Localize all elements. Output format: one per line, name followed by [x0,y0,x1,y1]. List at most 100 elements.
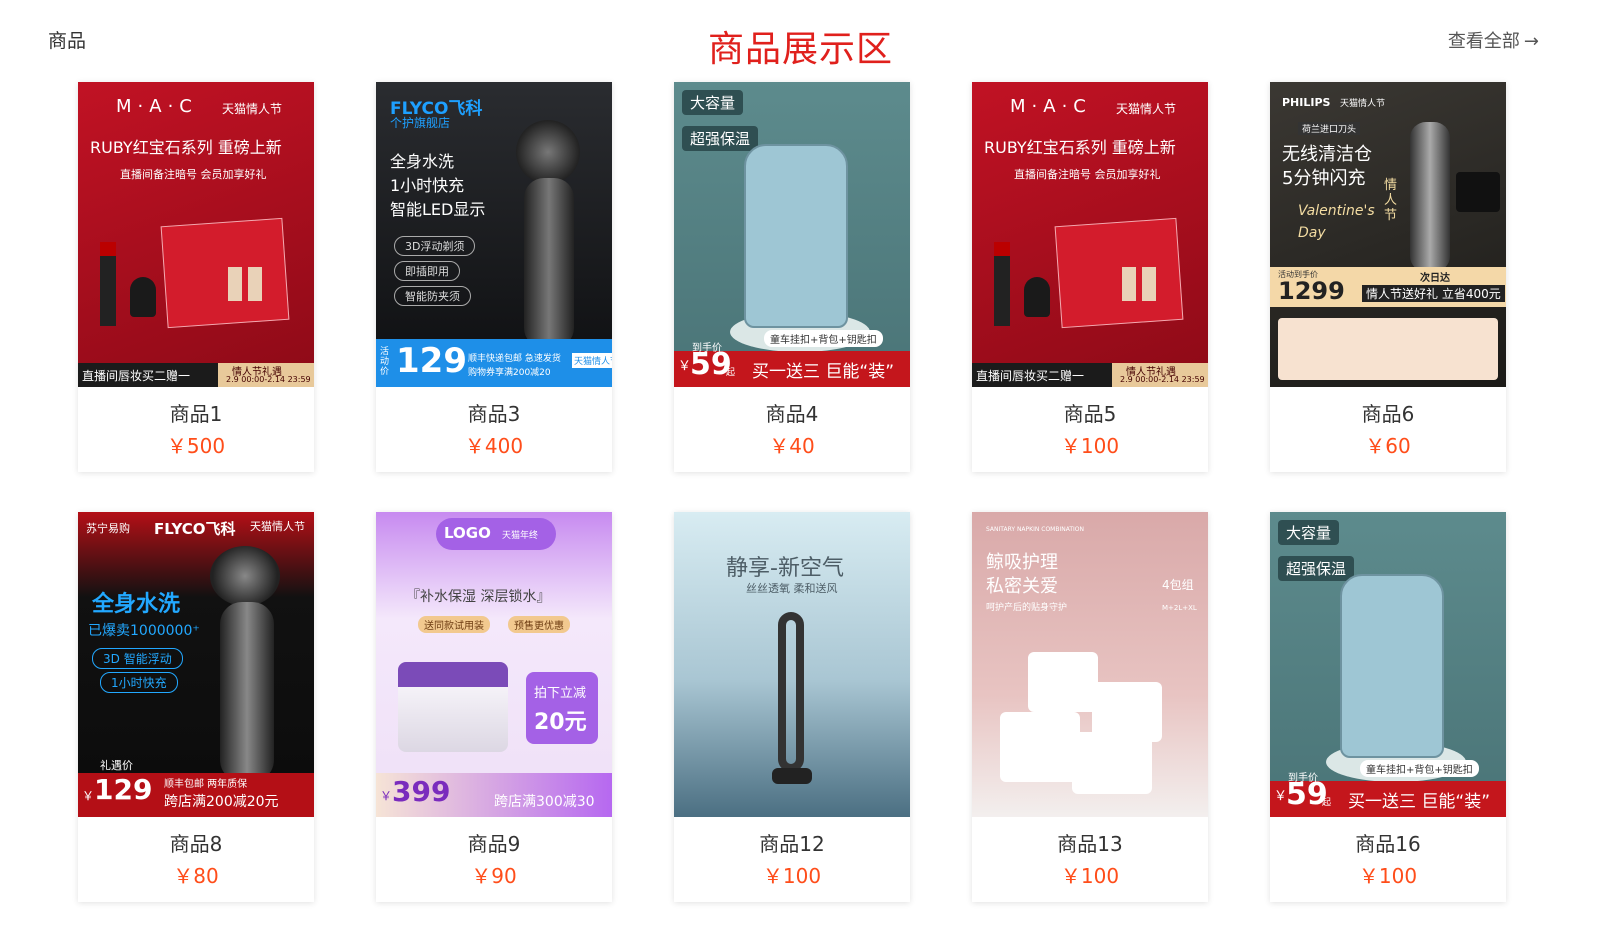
product-headline: 『补水保湿 深层锁水』 [406,589,551,605]
feature-pill: 1小时快充 [100,672,178,693]
product-price: ￥60 [1365,434,1411,458]
origin-tag: 荷兰进口刀头 [1298,122,1361,135]
product-card[interactable]: 大容量 超强保温 童车挂扣+背包+钥匙扣 到手价 ￥ 59 起 买一送三 巨能“… [674,82,910,472]
price-strip: 到手价 ￥ 59 起 买一送三 巨能“装” [1270,773,1506,817]
feature-tag: 超强保温 [1278,556,1355,581]
product-card[interactable]: LOGO 天猫年终 『补水保湿 深层锁水』 送同款试用装 预售更优惠 拍下立减 … [376,512,612,902]
promo-price: 129 [396,341,467,381]
feature-line: 全身水洗 [390,152,455,171]
shaver-body-icon [220,602,274,782]
product-image[interactable]: M·A·C 天猫情人节 RUBY红宝石系列 重磅上新 直播间备注暗号 会员加享好… [972,82,1208,387]
product-image[interactable]: 大容量 超强保温 童车挂扣+背包+钥匙扣 到手价 ￥ 59 起 买一送三 巨能“… [674,82,910,387]
bladeless-fan-icon [778,612,804,772]
product-subline: 直播间备注暗号 会员加享好礼 [1014,168,1161,181]
shaver-head-icon [516,120,580,184]
bottle-icon [1122,267,1136,301]
gift-panel [1278,318,1498,380]
product-card[interactable]: 苏宁易购 FLYCO飞科 天猫情人节 全身水洗 已爆卖1000000⁺ 3D 智… [78,512,314,902]
product-price: ￥100 [1358,864,1418,888]
feature-line: 已爆卖1000000⁺ [88,623,200,639]
product-card[interactable]: 大容量 超强保温 童车挂扣+背包+钥匙扣 到手价 ￥ 59 起 买一送三 巨能“… [1270,512,1506,902]
product-image[interactable]: FLYCO飞科 个护旗舰店 全身水洗 1小时快充 智能LED显示 3D浮动剃须 … [376,82,612,387]
price-strip: 活动到手价 1299 次日达 情人节送好礼 立省400元 [1270,267,1506,307]
product-name: 商品12 [759,832,825,856]
product-card[interactable]: FLYCO飞科 个护旗舰店 全身水洗 1小时快充 智能LED显示 3D浮动剃须 … [376,82,612,472]
arrow-right-icon: → [1523,31,1539,52]
product-price: ￥40 [769,434,815,458]
promo-strip: 直播间唇妆买二赠一 情人节礼遇 2.9 00:00-2.14 23:59 [972,363,1208,387]
product-image[interactable]: LOGO 天猫年终 『补水保湿 深层锁水』 送同款试用装 预售更优惠 拍下立减 … [376,512,612,817]
product-headline: 鲸吸护理 [986,552,1058,573]
feature-pill: 3D 智能浮动 [92,648,183,669]
festival-tag: 天猫情人节 [1116,102,1177,116]
product-price: ￥80 [173,864,219,888]
product-card[interactable]: 静享-新空气 丝丝透氧 柔和送风 商品12 ￥100 [674,512,910,902]
lipstick-icon [994,242,1010,326]
offer-text: 买一送三 巨能“装” [752,362,895,382]
product-name: 商品4 [765,402,819,426]
pad-pack-icon [1028,652,1098,712]
product-name: 商品3 [467,402,521,426]
product-image[interactable]: 静享-新空气 丝丝透氧 柔和送风 [674,512,910,817]
logo-banner: LOGO 天猫年终 [436,518,556,550]
cleaning-station-icon [1456,172,1500,212]
feature-line: 1小时快充 [390,176,465,195]
product-headline: 静享-新空气 [726,556,844,581]
product-card[interactable]: SANITARY NAPKIN COMBINATION 鲸吸护理 私密关爱 4包… [972,512,1208,902]
product-image[interactable]: 苏宁易购 FLYCO飞科 天猫情人节 全身水洗 已爆卖1000000⁺ 3D 智… [78,512,314,817]
compact-icon [1024,277,1050,317]
promo-price: 129 [94,773,153,806]
festival-tag: 天猫情人节 [250,520,305,533]
product-subline: 丝丝透氧 柔和送风 [746,582,838,595]
price-strip: 礼遇价 ￥ 129 顺丰包邮 两年质保 跨店满200减20元 [78,759,314,817]
backpack-icon [1340,574,1444,758]
view-all-link[interactable]: 查看全部 → [1448,27,1539,53]
date-badge: 情人节礼遇 2.9 00:00-2.14 23:59 [1112,363,1208,387]
fan-base-icon [772,768,812,784]
bottle-icon [248,267,262,301]
feature-line: 全身水洗 [92,592,181,617]
brand-logo: FLYCO飞科 [154,520,236,538]
product-image[interactable]: PHILIPS 天猫情人节 荷兰进口刀头 无线清洁仓 5分钟闪充 Valenti… [1270,82,1506,387]
feature-pill: 即插即用 [394,261,460,281]
product-image[interactable]: M·A·C 天猫情人节 RUBY红宝石系列 重磅上新 直播间备注暗号 会员加享好… [78,82,314,387]
price-strip: 活动价 129 顺丰快递包邮 急速发货 购物券享满200减20 天猫情人节 [376,339,612,387]
festival-tag: 天猫情人节 [1340,99,1386,109]
pad-pack-icon [1072,732,1152,794]
shaver-body-icon [524,178,574,348]
pad-pack-icon [1000,712,1080,782]
feature-tag: 大容量 [1278,520,1340,545]
promo-text: 直播间唇妆买二赠一 [976,369,1085,383]
header: 商品 商品展示区 查看全部 → [0,0,1601,80]
product-subline: 直播间备注暗号 会员加享好礼 [120,168,267,181]
view-all-label: 查看全部 [1447,31,1520,52]
shaver-body-icon [1410,122,1450,272]
promo-text: 直播间唇妆买二赠一 [82,369,191,383]
product-headline: RUBY红宝石系列 重磅上新 [90,138,282,157]
product-price: ￥90 [471,864,517,888]
product-price: ￥100 [762,864,822,888]
product-name: 商品16 [1355,832,1421,856]
brand-logo: LOGO [444,524,491,542]
gift-box-icon [1054,217,1184,329]
promo-strip: 直播间唇妆买二赠一 情人节礼遇 2.9 00:00-2.14 23:59 [78,363,314,387]
product-price: ￥100 [1060,864,1120,888]
date-badge: 情人节礼遇 2.9 00:00-2.14 23:59 [218,363,314,387]
script-text: Valentine's Day [1298,203,1375,241]
product-card[interactable]: M·A·C 天猫情人节 RUBY红宝石系列 重磅上新 直播间备注暗号 会员加享好… [972,82,1208,472]
festival-tag: 天猫情人节 [222,102,283,116]
product-name: 商品13 [1057,832,1123,856]
product-image[interactable]: SANITARY NAPKIN COMBINATION 鲸吸护理 私密关爱 4包… [972,512,1208,817]
cream-jar-icon [398,662,508,752]
product-image[interactable]: 大容量 超强保温 童车挂扣+背包+钥匙扣 到手价 ￥ 59 起 买一送三 巨能“… [1270,512,1506,817]
backpack-icon [744,144,848,328]
discount-badge: 拍下立减 20元 [526,672,598,744]
feature-line: 智能LED显示 [390,200,486,219]
product-card[interactable]: PHILIPS 天猫情人节 荷兰进口刀头 无线清洁仓 5分钟闪充 Valenti… [1270,82,1506,472]
product-card[interactable]: M·A·C 天猫情人节 RUBY红宝石系列 重磅上新 直播间备注暗号 会员加享好… [78,82,314,472]
product-headline: RUBY红宝石系列 重磅上新 [984,138,1176,157]
price-strip: ￥ 399 跨店满300减30 [376,773,612,817]
brand-logo: M·A·C [1010,96,1092,117]
partner-logo: 苏宁易购 [86,522,130,535]
shaver-head-icon [210,546,280,606]
